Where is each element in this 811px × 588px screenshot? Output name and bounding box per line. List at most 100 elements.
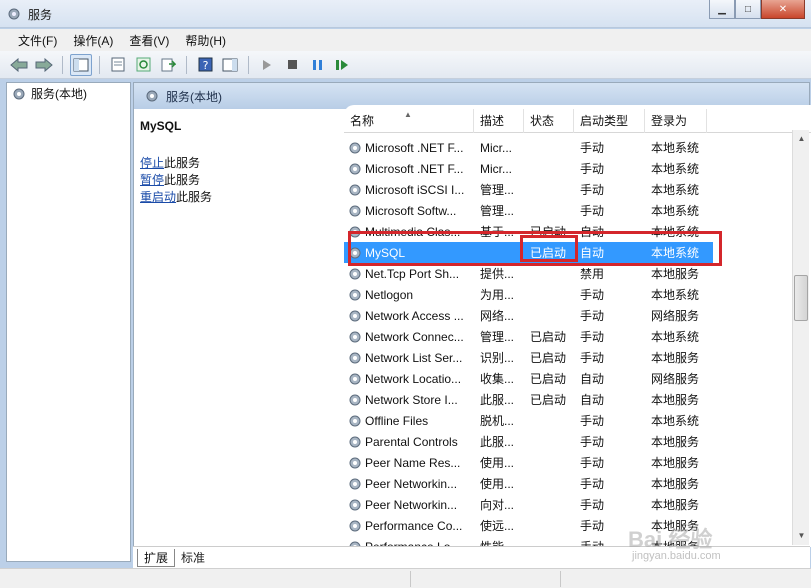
forward-button[interactable] bbox=[33, 54, 55, 76]
action-stop: 停止此服务 bbox=[140, 154, 200, 171]
cell-name: Peer Name Res... bbox=[344, 456, 474, 470]
menu-action[interactable]: 操作(A) bbox=[65, 32, 121, 49]
status-bar bbox=[0, 568, 811, 588]
properties-button[interactable] bbox=[107, 54, 129, 76]
close-icon: ✕ bbox=[778, 3, 788, 15]
table-row[interactable]: Peer Name Res... 使用... 手动 本地服务 bbox=[344, 452, 803, 473]
table-row[interactable]: Microsoft .NET F... Micr... 手动 本地系统 bbox=[344, 158, 803, 179]
action-pane-icon bbox=[222, 58, 238, 71]
tab-extended[interactable]: 扩展 bbox=[137, 549, 176, 567]
cell-startup: 手动 bbox=[580, 309, 605, 323]
table-row[interactable]: Offline Files 脱机... 手动 本地系统 bbox=[344, 410, 803, 431]
help-button[interactable]: ? bbox=[194, 54, 216, 76]
menu-help[interactable]: 帮助(H) bbox=[177, 32, 234, 49]
service-gear-icon bbox=[349, 415, 361, 426]
service-gear-icon bbox=[349, 163, 361, 174]
column-header-description[interactable]: 描述 bbox=[474, 109, 524, 133]
console-tree-icon bbox=[73, 58, 89, 71]
vertical-scrollbar[interactable]: ▲ ▼ bbox=[792, 130, 809, 545]
service-gear-icon bbox=[349, 499, 361, 510]
cell-name: Network Store I... bbox=[344, 393, 474, 407]
cell-desc: 使远... bbox=[480, 519, 515, 533]
service-name: Network Locatio... bbox=[365, 371, 462, 386]
table-row[interactable]: Network Locatio... 收集... 已启动 自动 网络服务 bbox=[344, 368, 803, 389]
table-row[interactable]: Peer Networkin... 向对... 手动 本地服务 bbox=[344, 494, 803, 515]
export-list-button[interactable] bbox=[157, 54, 179, 76]
cell-name: Performance Co... bbox=[344, 519, 474, 533]
cell-desc: 为用... bbox=[480, 288, 515, 302]
back-button[interactable] bbox=[8, 54, 30, 76]
action-suffix: 此服务 bbox=[164, 173, 201, 187]
svg-text:?: ? bbox=[202, 59, 208, 72]
service-gear-icon bbox=[349, 520, 361, 531]
cell-status: 已启动 bbox=[530, 330, 567, 344]
close-button[interactable]: ✕ bbox=[761, 0, 805, 19]
start-service-button[interactable] bbox=[256, 54, 278, 76]
cell-status: 已启动 bbox=[530, 393, 567, 407]
restart-service-button[interactable] bbox=[331, 54, 353, 76]
table-row[interactable]: Microsoft iSCSI I... 管理... 手动 本地系统 bbox=[344, 179, 803, 200]
cell-startup: 手动 bbox=[580, 162, 605, 176]
table-row[interactable]: Parental Controls 此服... 手动 本地服务 bbox=[344, 431, 803, 452]
scroll-up-icon[interactable]: ▲ bbox=[793, 130, 810, 147]
watermark-url: jingyan.baidu.com bbox=[632, 550, 721, 562]
properties-icon bbox=[111, 57, 125, 72]
cell-name: Network Access ... bbox=[344, 309, 474, 323]
service-name: Netlogon bbox=[365, 287, 414, 302]
pause-service-link[interactable]: 暂停 bbox=[140, 173, 164, 187]
cell-logon: 本地系统 bbox=[651, 330, 700, 344]
table-row[interactable]: Network Access ... 网络... 手动 网络服务 bbox=[344, 305, 803, 326]
column-header-name[interactable]: 名称 ▲ bbox=[344, 109, 474, 133]
tab-standard[interactable]: 标准 bbox=[175, 549, 211, 567]
show-action-pane-button[interactable] bbox=[219, 54, 241, 76]
service-name: Network Connec... bbox=[365, 329, 464, 344]
cell-logon: 本地服务 bbox=[651, 456, 700, 470]
table-row[interactable]: Peer Networkin... 使用... 手动 本地服务 bbox=[344, 473, 803, 494]
table-row[interactable]: Netlogon 为用... 手动 本地系统 bbox=[344, 284, 803, 305]
cell-logon: 网络服务 bbox=[651, 372, 700, 386]
table-row[interactable]: Network Store I... 此服... 已启动 自动 本地服务 bbox=[344, 389, 803, 410]
cell-logon: 本地系统 bbox=[651, 141, 700, 155]
services-list: 名称 ▲ 描述 状态 启动类型 登录为 Microsoft .NET F... Mi… bbox=[344, 105, 811, 547]
pause-service-button[interactable] bbox=[306, 54, 328, 76]
cell-startup: 手动 bbox=[580, 141, 605, 155]
service-name: Offline Files bbox=[365, 413, 429, 428]
scroll-thumb[interactable] bbox=[794, 275, 808, 321]
column-header-startup-type[interactable]: 启动类型 bbox=[574, 109, 645, 133]
table-row[interactable]: Net.Tcp Port Sh... 提供... 禁用 本地服务 bbox=[344, 263, 803, 284]
table-row[interactable]: Network List Ser... 识别... 已启动 手动 本地服务 bbox=[344, 347, 803, 368]
cell-name: Network List Ser... bbox=[344, 351, 474, 365]
stop-service-button[interactable] bbox=[281, 54, 303, 76]
cell-startup: 手动 bbox=[580, 288, 605, 302]
table-row[interactable]: Performance Co... 使远... 手动 本地服务 bbox=[344, 515, 803, 536]
cell-name: Microsoft .NET F... bbox=[344, 162, 474, 176]
pause-icon bbox=[312, 59, 322, 70]
column-header-log-on-as[interactable]: 登录为 bbox=[645, 109, 707, 133]
status-divider bbox=[410, 571, 411, 587]
table-row[interactable]: Microsoft .NET F... Micr... 手动 本地系统 bbox=[344, 137, 803, 158]
scroll-down-icon[interactable]: ▼ bbox=[793, 527, 810, 544]
cell-status: 已启动 bbox=[530, 372, 567, 386]
menu-file[interactable]: 文件(F) bbox=[10, 32, 65, 49]
refresh-button[interactable] bbox=[132, 54, 154, 76]
show-console-tree-button[interactable] bbox=[70, 53, 92, 76]
service-name: Net.Tcp Port Sh... bbox=[365, 266, 460, 281]
restart-service-link[interactable]: 重启动 bbox=[140, 190, 176, 204]
cell-startup: 手动 bbox=[580, 456, 605, 470]
menu-view[interactable]: 查看(V) bbox=[121, 32, 177, 49]
cell-logon: 本地服务 bbox=[651, 498, 700, 512]
maximize-button[interactable]: □ bbox=[735, 0, 761, 19]
cell-name: Network Locatio... bbox=[344, 372, 474, 386]
window-controls: ▁ □ ✕ bbox=[709, 0, 805, 19]
table-row[interactable]: Microsoft Softw... 管理... 手动 本地系统 bbox=[344, 200, 803, 221]
tree-item-services-local[interactable]: 服务(本地) bbox=[11, 85, 87, 102]
toolbar-separator bbox=[248, 55, 249, 74]
cell-desc: 使用... bbox=[480, 456, 515, 470]
minimize-button[interactable]: ▁ bbox=[709, 0, 735, 19]
cell-desc: 使用... bbox=[480, 477, 515, 491]
table-row[interactable]: Network Connec... 管理... 已启动 手动 本地系统 bbox=[344, 326, 803, 347]
cell-desc: 收集... bbox=[480, 372, 515, 386]
column-header-status[interactable]: 状态 bbox=[524, 109, 574, 133]
cell-logon: 本地服务 bbox=[651, 351, 700, 365]
stop-service-link[interactable]: 停止 bbox=[140, 156, 164, 170]
